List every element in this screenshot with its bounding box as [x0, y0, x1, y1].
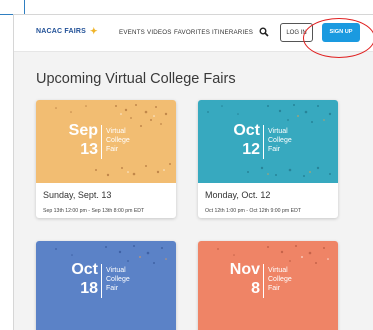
card-banner: Sep 13 Virtual College Fair — [36, 100, 176, 183]
red-annotation-circle — [303, 18, 373, 58]
page-title: Upcoming Virtual College Fairs — [36, 71, 236, 87]
divider — [263, 264, 264, 298]
date-block: Nov 8 Virtual College Fair — [198, 261, 338, 301]
card-month: Oct — [71, 261, 98, 278]
event-card-oct-18[interactable]: Oct 18 Virtual College Fair — [36, 241, 176, 330]
fair-label: Virtual College Fair — [268, 127, 308, 154]
event-card-nov-8[interactable]: Nov 8 Virtual College Fair — [198, 241, 338, 330]
card-month: Sep — [68, 122, 98, 139]
event-card-oct-12[interactable]: Oct 12 Virtual College Fair Monday, Oct.… — [198, 100, 338, 218]
fair-label: Virtual College Fair — [268, 266, 308, 293]
fair-label-line: Virtual — [268, 267, 288, 274]
nav-videos[interactable]: VIDEOS — [147, 29, 172, 36]
card-title: Sunday, Sept. 13 — [43, 190, 112, 200]
card-month: Nov — [229, 261, 260, 278]
fair-label-line: Virtual — [106, 267, 126, 274]
logo[interactable]: NACAC FAIRS ✦ — [36, 26, 98, 36]
date-block: Oct 18 Virtual College Fair — [36, 261, 176, 301]
divider — [101, 125, 102, 159]
fair-label-line: Fair — [106, 285, 119, 292]
card-time: Oct 12th 1:00 pm - Oct 12th 9:00 pm EDT — [205, 208, 302, 214]
event-card-sep-13[interactable]: Sep 13 Virtual College Fair Sunday, Sept… — [36, 100, 176, 218]
browser-page: NACAC FAIRS ✦ EVENTS VIDEOS FAVORITES IT… — [13, 14, 373, 330]
card-day: 18 — [80, 280, 98, 297]
fair-label-line: Fair — [106, 146, 119, 153]
fair-label-line: College — [268, 137, 292, 144]
top-nav-bar: NACAC FAIRS ✦ EVENTS VIDEOS FAVORITES IT… — [14, 15, 373, 58]
fair-label-line: College — [106, 276, 130, 283]
fair-label: Virtual College Fair — [106, 127, 146, 154]
card-day: 13 — [80, 141, 98, 158]
fair-label-line: Virtual — [268, 128, 288, 135]
card-time: Sep 13th 12:00 pm - Sep 13th 8:00 pm EDT — [43, 208, 145, 214]
date-block: Oct 12 Virtual College Fair — [198, 122, 338, 162]
frame-edge — [24, 0, 25, 14]
fair-label: Virtual College Fair — [106, 266, 146, 293]
card-day: 12 — [242, 141, 260, 158]
card-banner: Nov 8 Virtual College Fair — [198, 241, 338, 330]
divider — [263, 125, 264, 159]
star-icon: ✦ — [90, 26, 98, 36]
card-banner: Oct 18 Virtual College Fair — [36, 241, 176, 330]
search-icon[interactable] — [259, 27, 269, 37]
card-month: Oct — [233, 122, 260, 139]
fair-label-line: Fair — [268, 146, 281, 153]
nav-favorites[interactable]: FAVORITES — [174, 29, 210, 36]
date-block: Sep 13 Virtual College Fair — [36, 122, 176, 162]
card-banner: Oct 12 Virtual College Fair — [198, 100, 338, 183]
fair-label-line: College — [268, 276, 292, 283]
card-day: 8 — [251, 280, 260, 297]
divider — [101, 264, 102, 298]
fair-label-line: Fair — [268, 285, 281, 292]
fair-label-line: Virtual — [106, 128, 126, 135]
nav-events[interactable]: EVENTS — [119, 29, 145, 36]
logo-text: NACAC FAIRS — [36, 28, 87, 35]
fair-label-line: College — [106, 137, 130, 144]
nav-itineraries[interactable]: ITINERARIES — [212, 29, 253, 36]
card-title: Monday, Oct. 12 — [205, 190, 271, 200]
